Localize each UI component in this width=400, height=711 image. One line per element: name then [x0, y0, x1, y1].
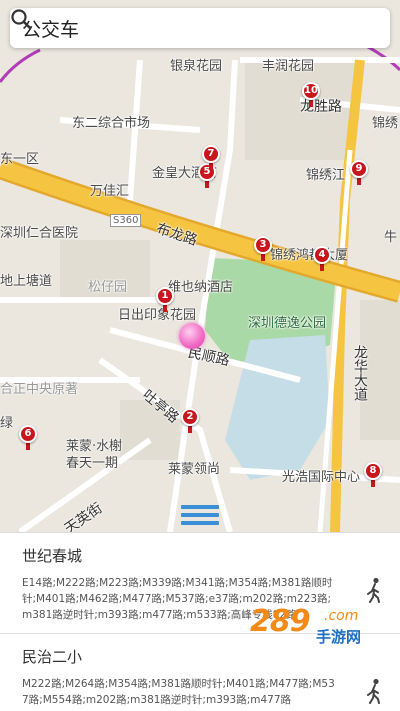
list-item[interactable]: 民治二小 M222路;M264路;M354路;M381路顺时针;M401路;M4…: [0, 634, 400, 711]
bus-stop-marker[interactable]: 8: [364, 462, 382, 488]
map-view[interactable]: 银泉花园 丰润花园 龙胜路 锦绣 东二综合市场 东一区 金皇大酒店 锦绣江 万佳…: [0, 0, 400, 532]
page-title: 公交车: [22, 18, 80, 41]
label-songziyuan: 松仔园: [88, 280, 128, 295]
bus-stop-marker[interactable]: 7: [202, 145, 220, 171]
label-hezheng: 合正中央原著: [0, 382, 79, 397]
label-guangxin-center: 光浩国际中心: [282, 470, 361, 485]
bus-stop-marker[interactable]: 3: [254, 236, 272, 262]
label-wanjiahui: 万佳汇: [90, 184, 130, 199]
label-dong1: 东一区: [0, 152, 40, 167]
label-niu: 牛: [384, 230, 398, 245]
label-weiyena-hotel: 维也纳酒店: [168, 280, 234, 295]
bus-stop-marker[interactable]: 1: [156, 287, 174, 313]
label-laimeng-lingshang: 莱蒙领尚: [168, 462, 221, 477]
label-yinquan-garden: 银泉花园: [170, 59, 223, 74]
label-lv: 绿: [0, 416, 14, 431]
bus-stop-marker[interactable]: 9: [350, 160, 368, 186]
label-laimeng-shuixie: 莱蒙·水榭春天一期: [66, 439, 123, 471]
list-icon[interactable]: [181, 502, 219, 528]
label-jinxiuhong-tower: 锦绣鸿都大厦: [270, 248, 349, 263]
bus-stop-marker[interactable]: 2: [181, 408, 199, 434]
label-jinxiujiang: 锦绣江: [306, 168, 346, 183]
bus-stop-marker[interactable]: 4: [313, 246, 331, 272]
label-renhe-hospital: 深圳仁合医院: [0, 226, 79, 241]
label-shangtang: 地上塘道: [0, 274, 53, 289]
bus-stop-marker[interactable]: 6: [19, 425, 37, 451]
list-item[interactable]: 世纪春城 E14路;M222路;M223路;M339路;M341路;M354路;…: [0, 533, 400, 634]
current-location-dot: [179, 323, 205, 349]
walk-icon[interactable]: [364, 577, 386, 603]
label-longhua-avenue: 龙华大道: [352, 345, 368, 401]
stop-list: 世纪春城 E14路;M222路;M223路;M339路;M341路;M354路;…: [0, 532, 400, 711]
label-dong2-market: 东二综合市场: [72, 116, 151, 131]
search-icon[interactable]: [11, 9, 378, 41]
map-canvas: [0, 38, 400, 532]
search-bar[interactable]: 公交车: [10, 8, 390, 48]
label-fengrun-garden: 丰润花园: [262, 59, 315, 74]
stop-routes: E14路;M222路;M223路;M339路;M341路;M354路;M381路…: [22, 577, 333, 621]
label-jinxiu-top: 锦绣: [372, 116, 399, 131]
stop-routes: M222路;M264路;M354路;M381路顺时针;M401路;M477路;M…: [22, 678, 335, 706]
bus-stop-marker[interactable]: 10: [302, 82, 320, 108]
stop-name: 民治二小: [22, 648, 83, 666]
walk-icon[interactable]: [364, 678, 386, 704]
label-deyi-park: 深圳德逸公园: [248, 316, 327, 331]
label-s360: S360: [110, 214, 142, 227]
stop-name: 世纪春城: [22, 547, 83, 565]
